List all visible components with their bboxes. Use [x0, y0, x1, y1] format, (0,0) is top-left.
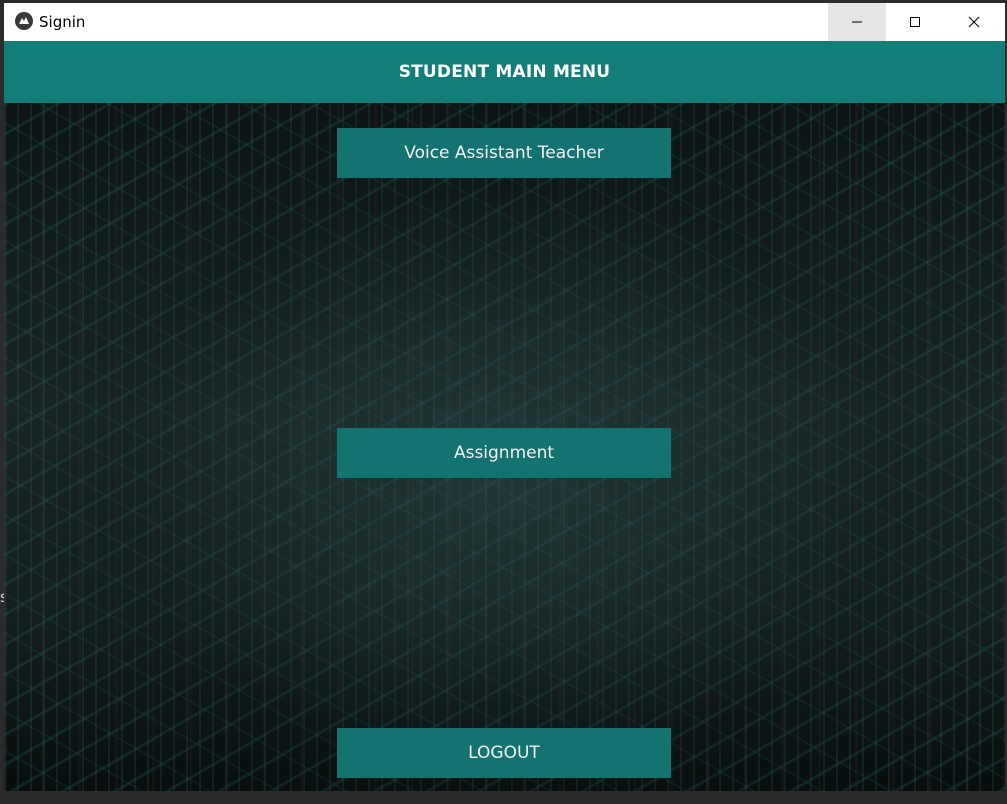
window-title: Signin: [39, 13, 86, 31]
logout-button[interactable]: LOGOUT: [337, 728, 671, 778]
kivy-logo-icon: [15, 12, 33, 30]
menu-header: STUDENT MAIN MENU: [4, 41, 1005, 103]
minimize-button[interactable]: [828, 3, 886, 41]
minimize-icon: [852, 21, 862, 23]
page-title: STUDENT MAIN MENU: [398, 62, 611, 82]
maximize-button[interactable]: [886, 3, 944, 41]
app-window: Signin STUDENT MAIN MENU Voice Assistant…: [4, 3, 1005, 791]
title-bar[interactable]: Signin: [4, 3, 1005, 41]
voice-assistant-teacher-button[interactable]: Voice Assistant Teacher: [337, 128, 671, 178]
close-icon: [968, 16, 980, 28]
close-button[interactable]: [945, 3, 1003, 41]
assignment-button[interactable]: Assignment: [337, 428, 671, 478]
maximize-icon: [910, 17, 920, 27]
